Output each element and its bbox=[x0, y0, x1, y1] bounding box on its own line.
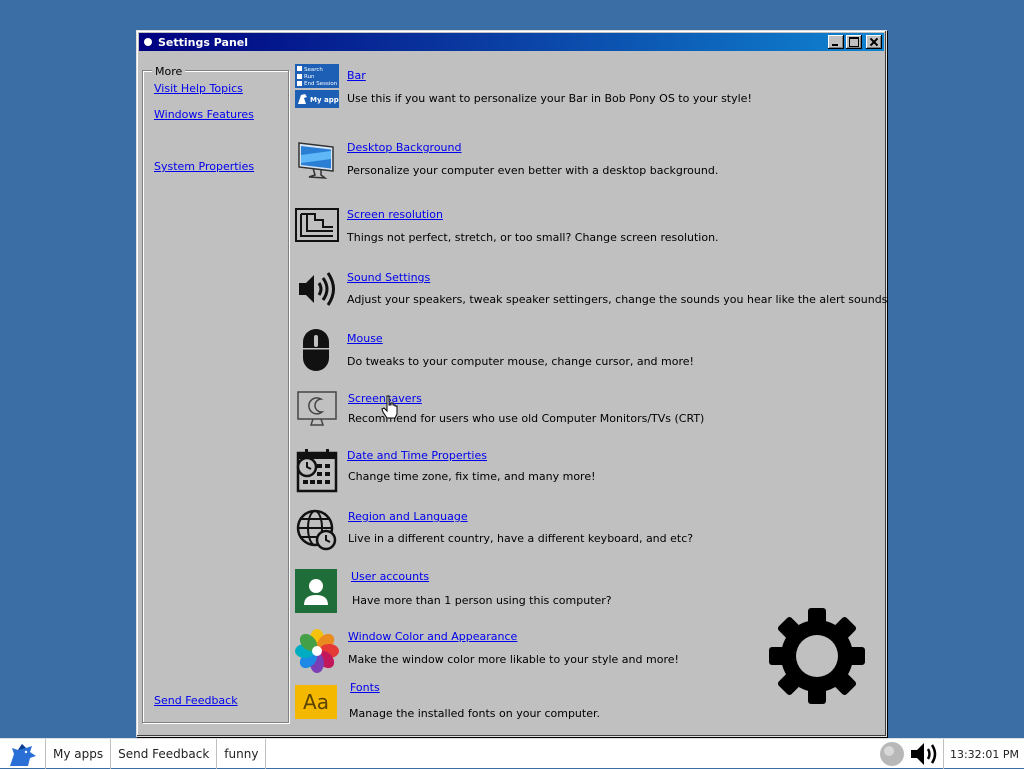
windows-features-link[interactable]: Windows Features bbox=[154, 108, 254, 121]
bar-icon-search-text: Search bbox=[304, 67, 323, 73]
close-button[interactable] bbox=[866, 35, 882, 49]
region-language-link[interactable]: Region and Language bbox=[348, 510, 468, 523]
mouse-link[interactable]: Mouse bbox=[347, 332, 383, 345]
user-accounts-link[interactable]: User accounts bbox=[351, 570, 429, 583]
visit-help-topics-link[interactable]: Visit Help Topics bbox=[154, 82, 243, 95]
screen-resolution-link[interactable]: Screen resolution bbox=[347, 208, 443, 221]
color-flower-icon[interactable] bbox=[295, 629, 339, 673]
fonts-link[interactable]: Fonts bbox=[350, 681, 380, 694]
speaker-icon[interactable] bbox=[295, 269, 339, 313]
user-accounts-description: Have more than 1 person using this compu… bbox=[352, 594, 612, 607]
calendar-clock-icon[interactable] bbox=[295, 447, 339, 493]
fonts-icon[interactable]: Aa bbox=[295, 685, 337, 719]
taskbar-funny[interactable]: funny bbox=[217, 738, 267, 769]
window-title: Settings Panel bbox=[158, 35, 249, 49]
desktop-background-link[interactable]: Desktop Background bbox=[347, 141, 462, 154]
fonts-icon-glyph: Aa bbox=[303, 690, 329, 714]
window-color-link[interactable]: Window Color and Appearance bbox=[348, 630, 517, 643]
sound-settings-link[interactable]: Sound Settings bbox=[347, 271, 430, 284]
bar-description: Use this if you want to personalize your… bbox=[347, 92, 752, 105]
screensavers-description: Recommend for users who use old Computer… bbox=[348, 412, 705, 425]
gear-icon bbox=[767, 606, 867, 706]
screensaver-icon[interactable] bbox=[295, 389, 339, 433]
date-time-description: Change time zone, fix time, and many mor… bbox=[348, 470, 596, 483]
system-properties-link[interactable]: System Properties bbox=[154, 160, 254, 173]
window-controls bbox=[828, 35, 882, 49]
start-button[interactable] bbox=[0, 738, 46, 769]
fonts-description: Manage the installed fonts on your compu… bbox=[349, 707, 600, 720]
region-language-description: Live in a different country, have a diff… bbox=[348, 532, 694, 545]
desktop-background-description: Personalize your computer even better wi… bbox=[347, 164, 719, 177]
taskbar: My apps Send Feedback funny 13:32:01 PM bbox=[0, 738, 1024, 769]
window-color-description: Make the window color more likable to yo… bbox=[348, 653, 679, 666]
hand-cursor-icon bbox=[381, 395, 399, 419]
mouse-icon[interactable] bbox=[295, 327, 339, 371]
globe-clock-icon[interactable] bbox=[295, 508, 339, 552]
sidebar-send-feedback-link[interactable]: Send Feedback bbox=[154, 694, 238, 707]
user-icon[interactable] bbox=[295, 569, 339, 613]
taskbar-send-feedback[interactable]: Send Feedback bbox=[111, 738, 218, 769]
taskbar-my-apps[interactable]: My apps bbox=[46, 738, 112, 769]
maximize-button[interactable] bbox=[846, 35, 862, 49]
mouse-description: Do tweaks to your computer mouse, change… bbox=[347, 355, 694, 368]
date-time-link[interactable]: Date and Time Properties bbox=[347, 449, 487, 462]
settings-panel-window: Settings Panel More Visit Help Topics Wi… bbox=[136, 30, 887, 737]
system-tray: 13:32:01 PM bbox=[877, 739, 1024, 769]
bar-icon-end-session-text: End Session bbox=[304, 81, 338, 87]
groupbox-legend: More bbox=[152, 65, 186, 78]
bar-icon[interactable]: Search Run End Session My apps bbox=[295, 64, 343, 108]
more-groupbox: More Visit Help Topics Windows Features … bbox=[142, 65, 289, 723]
bar-icon-run-text: Run bbox=[304, 74, 315, 80]
minimize-button[interactable] bbox=[828, 35, 844, 49]
screen-resolution-description: Things not perfect, stretch, or too smal… bbox=[347, 231, 719, 244]
bar-icon-my-apps-text: My apps bbox=[310, 96, 339, 104]
volume-icon[interactable] bbox=[907, 739, 943, 769]
pony-logo-icon bbox=[9, 743, 36, 766]
bar-link[interactable]: Bar bbox=[347, 69, 366, 82]
network-globe-icon[interactable] bbox=[877, 739, 907, 769]
desktop-background-icon[interactable] bbox=[295, 137, 339, 181]
sound-settings-description: Adjust your speakers, tweak speaker sett… bbox=[347, 293, 888, 306]
title-bar[interactable]: Settings Panel bbox=[139, 33, 884, 51]
screen-resolution-icon[interactable] bbox=[295, 205, 339, 249]
taskbar-clock[interactable]: 13:32:01 PM bbox=[942, 739, 1024, 769]
window-dot-icon bbox=[144, 38, 152, 46]
